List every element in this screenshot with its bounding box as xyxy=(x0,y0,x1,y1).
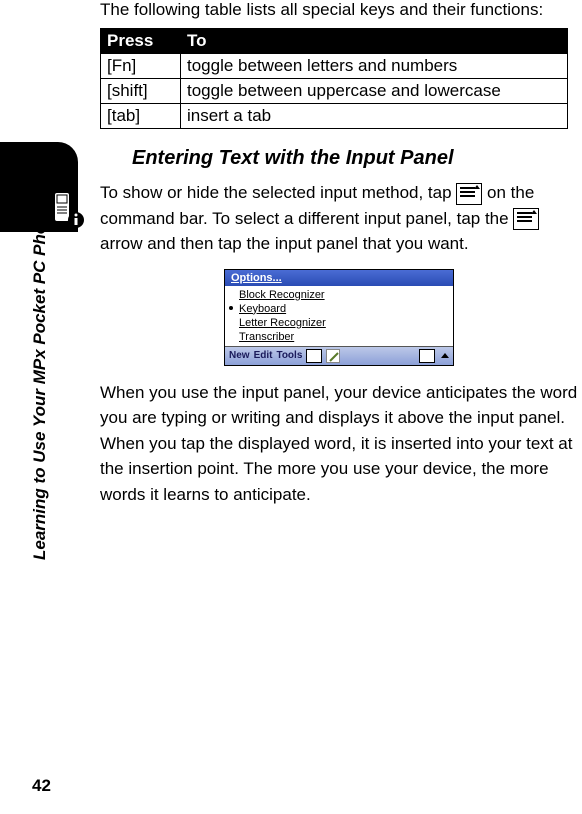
intro-text: The following table lists all special ke… xyxy=(100,0,578,20)
panel-item-letter: Letter Recognizer xyxy=(225,316,453,330)
page: Learning to Use Your MPx Pocket PC Phone… xyxy=(0,0,582,814)
pen-icon xyxy=(326,349,340,363)
cell-to: toggle between uppercase and lowercase xyxy=(181,79,568,104)
panel-item-keyboard: Keyboard xyxy=(225,302,453,316)
section-label: Learning to Use Your MPx Pocket PC Phone xyxy=(30,204,50,560)
text-segment: arrow and then tap the input panel that … xyxy=(100,234,469,253)
bar-edit: Edit xyxy=(254,350,273,361)
panel-menu: Block Recognizer Keyboard Letter Recogni… xyxy=(225,286,453,346)
header-press: Press xyxy=(101,29,181,54)
table-header-row: Press To xyxy=(101,29,568,54)
content-area: The following table lists all special ke… xyxy=(100,0,582,507)
panel-item-transcriber: Transcriber xyxy=(225,330,453,344)
table-row: [tab] insert a tab xyxy=(101,104,568,129)
panel-options: Options... xyxy=(225,270,453,286)
command-bar: New Edit Tools xyxy=(225,346,453,365)
paragraph-2: When you use the input panel, your devic… xyxy=(100,380,578,508)
table-row: [shift] toggle between uppercase and low… xyxy=(101,79,568,104)
cell-to: toggle between letters and numbers xyxy=(181,54,568,79)
text-segment: To show or hide the selected input metho… xyxy=(100,183,456,202)
panel-item-block: Block Recognizer xyxy=(225,288,453,302)
input-panel-screenshot: Options... Block Recognizer Keyboard Let… xyxy=(224,269,454,366)
header-to: To xyxy=(181,29,568,54)
keyboard-small-icon xyxy=(419,349,435,363)
cell-to: insert a tab xyxy=(181,104,568,129)
bar-new: New xyxy=(229,350,250,361)
keyboard-small-icon xyxy=(306,349,322,363)
cell-press: [shift] xyxy=(101,79,181,104)
bar-tools: Tools xyxy=(276,350,302,361)
input-panel-icon xyxy=(456,183,482,205)
paragraph-1: To show or hide the selected input metho… xyxy=(100,180,578,257)
cell-press: [Fn] xyxy=(101,54,181,79)
section-heading: Entering Text with the Input Panel xyxy=(132,147,578,170)
table-row: [Fn] toggle between letters and numbers xyxy=(101,54,568,79)
page-number: 42 xyxy=(32,776,51,796)
up-caret-icon xyxy=(441,353,449,358)
cell-press: [tab] xyxy=(101,104,181,129)
special-keys-table: Press To [Fn] toggle between letters and… xyxy=(100,28,568,129)
info-phone-icon xyxy=(46,190,86,230)
input-panel-arrow-icon xyxy=(513,208,539,230)
